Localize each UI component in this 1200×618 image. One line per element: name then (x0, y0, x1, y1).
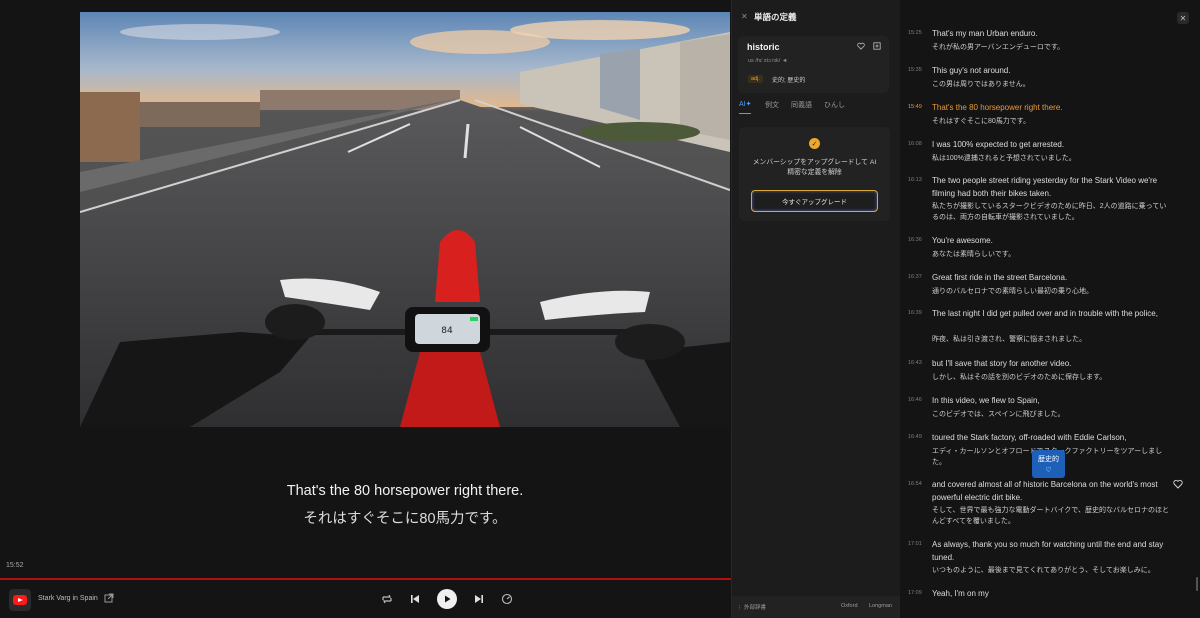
line-japanese: あなたは素晴らしいです。 (932, 251, 1016, 258)
open-external-icon[interactable] (104, 593, 114, 603)
line-timestamp: 16:37 (908, 274, 922, 280)
transcript-panel: ✕ 15:25 That's my man Urban enduro. それが私… (900, 0, 1200, 618)
definition-tabs: AI✦ 例文 同義語 ひんし (739, 100, 894, 116)
play-button[interactable] (437, 589, 457, 609)
line-timestamp: 17:01 (908, 541, 922, 547)
line-japanese: 私は100%逮捕されると予想されていました。 (932, 155, 1076, 162)
dictionary-title: 単語の定義 (754, 12, 797, 22)
line-timestamp: 16:36 (908, 237, 922, 243)
upgrade-button[interactable]: 今すぐアップグレード (751, 190, 878, 212)
line-english[interactable]: This guy's not around. (932, 65, 1172, 78)
popup-heart-icon[interactable]: ♡ (1032, 466, 1065, 474)
line-english[interactable]: toured the Stark factory, off-roaded wit… (932, 432, 1172, 445)
close-icon[interactable]: ✕ (1177, 12, 1189, 24)
pronunciation[interactable]: us /hɪˈstɔːrɪk/ ◄ (748, 58, 787, 64)
video-frame[interactable]: 84 (80, 12, 730, 427)
part-of-speech-badge: adj. (748, 75, 763, 83)
current-time: 15:52 (6, 562, 24, 569)
line-english[interactable]: In this video, we flew to Spain, (932, 395, 1172, 408)
line-japanese: 通りのバルセロナでの素晴らしい最初の乗り心地。 (932, 288, 1093, 295)
line-japanese: この男は周りではありません。 (932, 81, 1030, 88)
line-japanese: 昨夜、私は引き渡され、警察に悩まされました。 (932, 336, 1087, 343)
line-english[interactable]: but I'll save that story for another vid… (932, 358, 1172, 371)
line-heart-icon[interactable] (1173, 479, 1183, 489)
line-timestamp: 17:09 (908, 590, 922, 596)
line-english[interactable]: That's the 80 horsepower right there. (932, 102, 1172, 115)
line-timestamp: 15:25 (908, 30, 922, 36)
line-english[interactable]: That's my man Urban enduro. (932, 28, 1172, 41)
subtitles: That's the 80 horsepower right there. それ… (80, 483, 730, 528)
line-english[interactable]: As always, thank you so much for watchin… (932, 539, 1172, 564)
line-japanese: それはすぐそこに80馬力です。 (932, 118, 1031, 125)
progress-bar[interactable] (0, 578, 731, 580)
line-english[interactable]: and covered almost all of historic Barce… (932, 479, 1172, 504)
popup-translation: 歴史的 (1038, 456, 1059, 463)
next-icon[interactable] (471, 591, 487, 607)
previous-icon[interactable] (407, 591, 423, 607)
line-japanese: それが私の男アーバンエンデューロです。 (932, 44, 1065, 51)
dictionary-footer: ⋮ 外部辞書 Oxford Longman (732, 596, 900, 618)
line-japanese: しかし、私はその話を別のビデオのために保存します。 (932, 374, 1107, 381)
line-japanese: いつものように、最後まで見てくれてありがとう、そしてお楽しみに。 (932, 567, 1155, 574)
tab-synonyms[interactable]: 同義語 (791, 100, 812, 110)
dictionary-panel: ✕ 単語の定義 historic us /hɪˈstɔːrɪk/ ◄ adj. … (731, 0, 900, 618)
line-japanese: そして、世界で最も強力な電動ダートバイクで、歴史的なバルセロナのほとんどすべてを… (932, 507, 1170, 525)
line-timestamp: 15:35 (908, 67, 922, 73)
line-timestamp: 16:13 (908, 177, 922, 183)
tab-part-of-speech[interactable]: ひんし (824, 100, 845, 110)
word-card: historic us /hɪˈstɔːrɪk/ ◄ adj. 史的; 歴史的 (738, 36, 889, 93)
line-japanese: 私たちが撮影しているスタークビデオのために昨日、2人の道路に乗っているのは、両方… (932, 203, 1167, 221)
external-dictionary-link[interactable]: ⋮ 外部辞書 (737, 603, 766, 611)
line-timestamp: 16:49 (908, 434, 922, 440)
line-timestamp: 16:08 (908, 141, 922, 147)
dictionary-header: ✕ 単語の定義 (732, 0, 900, 32)
active-tab-indicator (739, 113, 751, 114)
upgrade-card: ✓ メンバーシップをアップグレードして AI 精密な定義を解除 今すぐアップグレ… (739, 127, 890, 221)
line-timestamp: 16:46 (908, 397, 922, 403)
oxford-link[interactable]: Oxford (841, 603, 858, 609)
youtube-logo-icon (9, 589, 31, 611)
line-english[interactable]: I was 100% expected to get arrested. (932, 139, 1172, 152)
line-english[interactable]: The two people street riding yesterday f… (932, 175, 1172, 200)
word-popup[interactable]: 歴史的 ♡ (1032, 450, 1065, 478)
subtitle-japanese: それはすぐそこに80馬力です。 (303, 511, 507, 527)
line-english[interactable]: Yeah, I'm on my (932, 588, 1172, 601)
video-title: Stark Varg in Spain (38, 595, 98, 602)
line-english[interactable]: The last night I did get pulled over and… (932, 308, 1172, 321)
upgrade-message: メンバーシップをアップグレードして AI 精密な定義を解除 (752, 159, 877, 176)
favorite-heart-icon[interactable] (857, 42, 865, 50)
loop-icon[interactable] (379, 591, 395, 607)
word-actions (857, 42, 881, 50)
play-icon (445, 595, 451, 603)
longman-link[interactable]: Longman (869, 603, 892, 609)
definition-word: historic (747, 42, 780, 52)
line-timestamp: 16:39 (908, 310, 922, 316)
word-meaning: 史的; 歴史的 (772, 78, 806, 84)
video-player: 84 That's the 80 horsepower right there.… (0, 0, 731, 618)
player-controls: Stark Varg in Spain (0, 582, 731, 618)
line-english[interactable]: You're awesome. (932, 235, 1172, 248)
subtitle-english[interactable]: That's the 80 horsepower right there. (80, 483, 730, 499)
close-icon[interactable]: ✕ (741, 12, 748, 21)
line-timestamp: 15:49 (908, 104, 922, 110)
tab-examples[interactable]: 例文 (765, 100, 779, 110)
transcript-scrollbar[interactable] (1196, 577, 1198, 591)
line-japanese: このビデオでは、スペインに飛びました。 (932, 411, 1065, 418)
dash-speed: 84 (441, 326, 453, 336)
line-timestamp: 16:43 (908, 360, 922, 366)
line-english[interactable]: Great first ride in the street Barcelona… (932, 272, 1172, 285)
line-timestamp: 16:54 (908, 481, 922, 487)
add-to-list-icon[interactable] (873, 42, 881, 50)
speed-icon[interactable] (499, 591, 515, 607)
video-scene: 84 (80, 12, 730, 427)
tab-ai[interactable]: AI✦ (739, 100, 751, 108)
check-badge-icon: ✓ (809, 138, 820, 149)
